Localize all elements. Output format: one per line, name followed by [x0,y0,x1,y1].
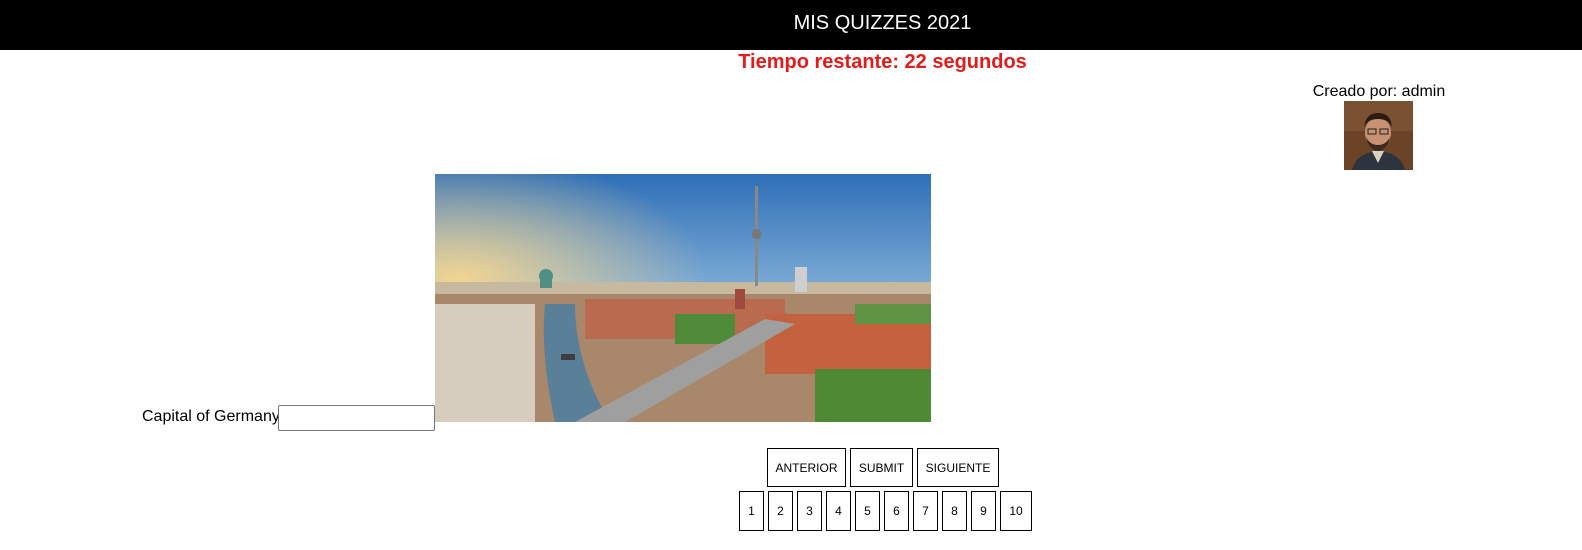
page-button-1[interactable]: 1 [739,491,764,531]
user-photo-icon [1344,101,1413,170]
top-bar: MIS QUIZZES 2021 [0,0,1582,50]
page-button-2[interactable]: 2 [768,491,793,531]
next-button[interactable]: SIGUIENTE [917,448,999,487]
site-title: MIS QUIZZES 2021 [793,12,972,34]
page-button-6[interactable]: 6 [884,491,909,531]
question-pager: 1 2 3 4 5 6 7 8 9 10 [739,491,1032,531]
page-button-4[interactable]: 4 [826,491,851,531]
author-info: Creado por: admin [1310,83,1448,101]
quiz-controls: ANTERIOR SUBMIT SIGUIENTE [767,448,999,487]
submit-button[interactable]: SUBMIT [850,448,913,487]
countdown-timer: Tiempo restante: 22 segundos [738,51,1027,73]
avatar [1344,101,1413,170]
author-label: Creado por: admin [1312,83,1446,100]
previous-button[interactable]: ANTERIOR [767,448,846,487]
city-skyline-photo-icon [435,174,931,422]
page-button-5[interactable]: 5 [855,491,880,531]
page-button-8[interactable]: 8 [942,491,967,531]
answer-input[interactable] [278,405,435,431]
question-image [435,174,931,422]
page-button-10[interactable]: 10 [1000,491,1032,531]
page-button-7[interactable]: 7 [913,491,938,531]
page-button-3[interactable]: 3 [797,491,822,531]
page-button-9[interactable]: 9 [971,491,996,531]
question-label: Capital of Germany [142,408,280,425]
